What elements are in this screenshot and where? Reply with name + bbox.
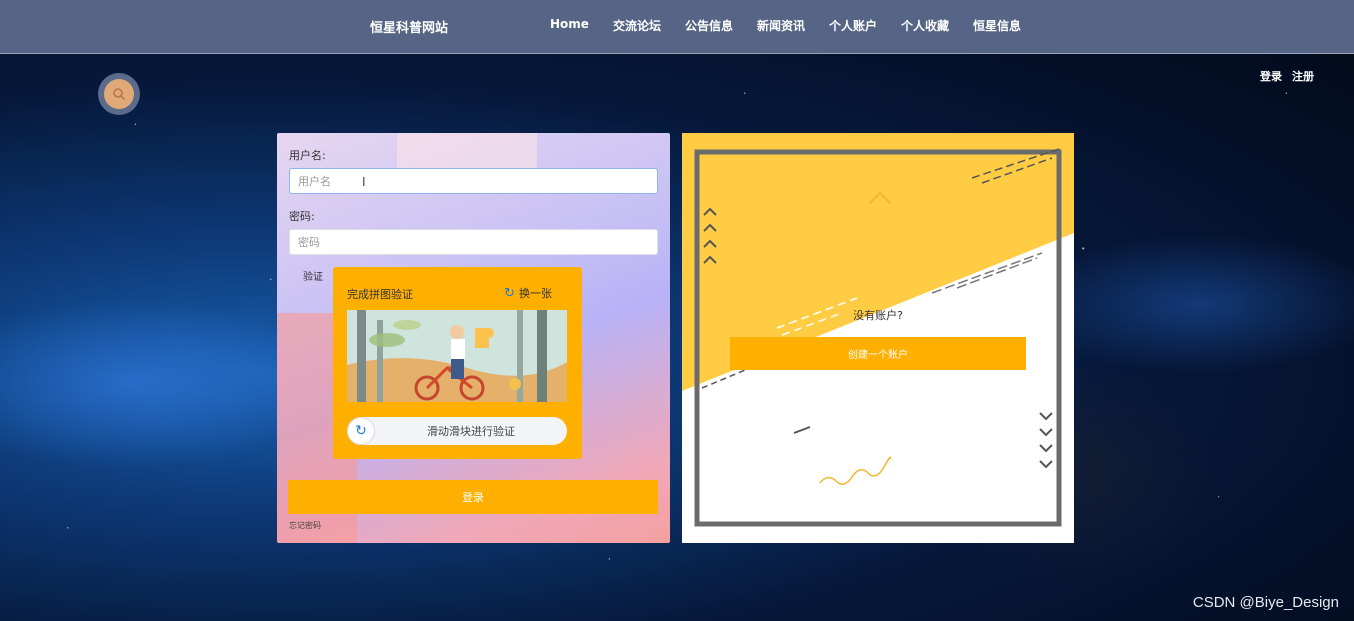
forgot-password-link[interactable]: 忘记密码 (289, 520, 321, 531)
nav-item-account[interactable]: 个人账户 (829, 17, 877, 34)
captcha-title: 完成拼图验证 (347, 288, 413, 301)
main-nav: Home 交流论坛 公告信息 新闻资讯 个人账户 个人收藏 恒星信息 (550, 17, 1045, 34)
captcha-panel: 完成拼图验证 ↻ 换一张 ↻ 滑动滑块进行验证 (333, 267, 582, 459)
verify-label: 验证 (303, 272, 323, 283)
username-placeholder: 用户名 (298, 175, 331, 188)
refresh-icon: ↻ (504, 285, 515, 301)
nav-item-stars[interactable]: 恒星信息 (973, 17, 1021, 34)
captcha-refresh-button[interactable]: ↻ 换一张 (504, 285, 552, 301)
search-button[interactable] (98, 73, 140, 115)
password-placeholder: 密码 (298, 236, 320, 249)
login-link[interactable]: 登录 (1260, 68, 1282, 84)
nav-item-forum[interactable]: 交流论坛 (613, 17, 661, 34)
username-input[interactable]: 用户名 I (289, 168, 658, 194)
star-background (0, 0, 1354, 621)
nav-item-announcements[interactable]: 公告信息 (685, 17, 733, 34)
password-input[interactable]: 密码 (289, 229, 658, 255)
auth-links: 登录 注册 (1260, 68, 1314, 84)
login-button[interactable]: 登录 (288, 480, 658, 514)
top-navbar: 恒星科普网站 Home 交流论坛 公告信息 新闻资讯 个人账户 个人收藏 恒星信… (0, 0, 1354, 54)
search-icon (104, 79, 134, 109)
login-panel: 用户名: 用户名 I 密码: 密码 验证 完成拼图验证 ↻ 换一张 ↻ 滑动滑块… (277, 133, 670, 543)
nav-item-favorites[interactable]: 个人收藏 (901, 17, 949, 34)
nebula-background (0, 54, 1354, 621)
puzzle-image (347, 310, 567, 402)
captcha-refresh-label: 换一张 (519, 287, 552, 300)
watermark: CSDN @Biye_Design (1192, 594, 1339, 611)
slider-handle[interactable]: ↻ (347, 417, 375, 445)
slider-hint: 滑动滑块进行验证 (427, 425, 515, 438)
refresh-icon: ↻ (355, 423, 367, 439)
nav-item-home[interactable]: Home (550, 17, 589, 34)
register-link[interactable]: 注册 (1292, 68, 1314, 84)
text-cursor-icon: I (362, 175, 366, 189)
create-account-button[interactable]: 创建一个账户 (730, 337, 1026, 370)
captcha-slider[interactable]: ↻ 滑动滑块进行验证 (347, 417, 567, 445)
signup-panel: 没有账户? 创建一个账户 (682, 133, 1074, 543)
no-account-text: 没有账户? (853, 309, 903, 322)
site-title: 恒星科普网站 (370, 21, 449, 36)
nav-item-news[interactable]: 新闻资讯 (757, 17, 805, 34)
password-label: 密码: (289, 210, 315, 223)
username-label: 用户名: (289, 149, 326, 162)
